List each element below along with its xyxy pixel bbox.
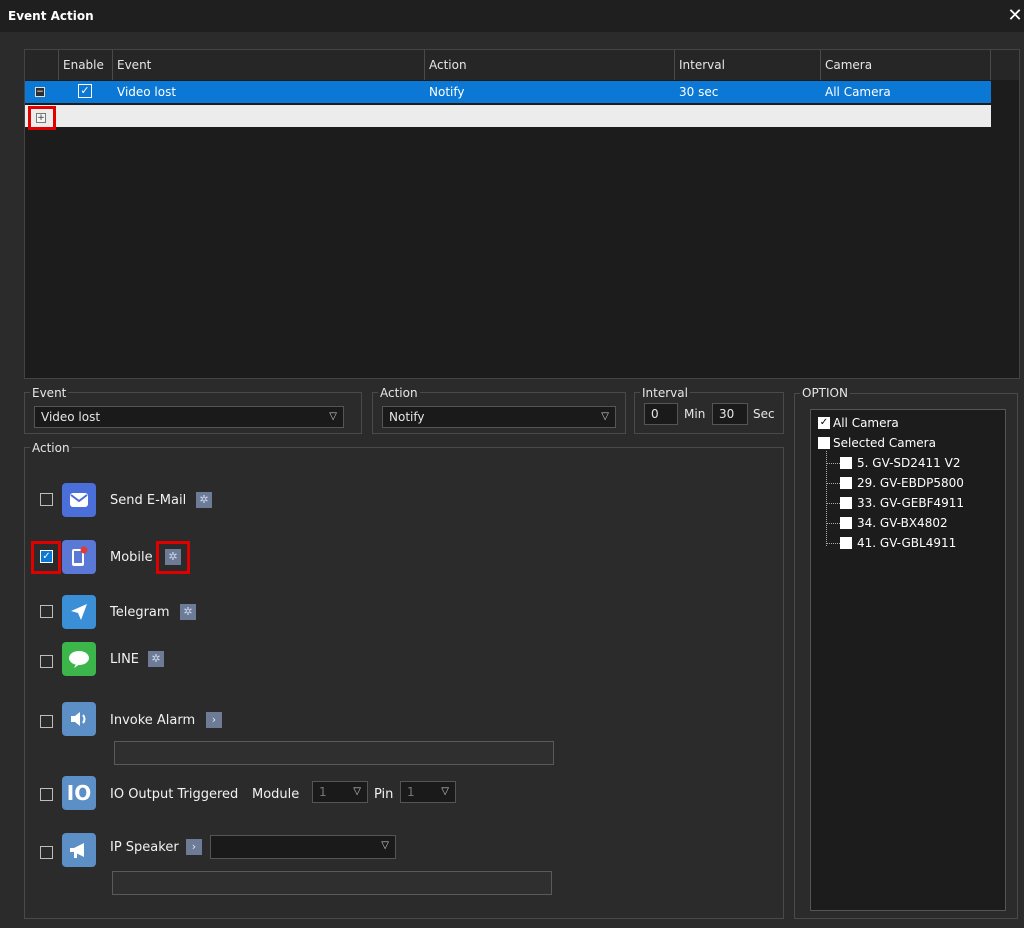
chevron-down-icon: ▽ <box>353 786 361 797</box>
ip-speaker-chevron-right-icon[interactable]: › <box>186 839 202 855</box>
io-pin-select[interactable]: 1 ▽ <box>400 781 456 803</box>
camera-checkbox[interactable] <box>840 517 852 529</box>
tree-line <box>826 523 840 524</box>
table-row[interactable]: − ✓ Video lost Notify 30 sec All Camera <box>25 81 991 103</box>
header-action[interactable]: Action <box>425 50 675 80</box>
io-pin-label: Pin <box>374 787 394 802</box>
io-module-select[interactable]: 1 ▽ <box>312 781 368 803</box>
ip-speaker-select[interactable]: ▽ <box>210 835 396 859</box>
event-select-value: Video lost <box>41 410 101 424</box>
action-group-label: Action <box>378 386 420 400</box>
tree-line <box>826 483 840 484</box>
chevron-down-icon: ▽ <box>381 840 389 851</box>
window-title: Event Action <box>8 9 94 23</box>
row-camera: All Camera <box>825 85 891 99</box>
new-row[interactable] <box>25 105 991 127</box>
line-icon <box>62 642 96 676</box>
chevron-down-icon: ▽ <box>329 411 337 422</box>
email-settings-gear-icon[interactable]: ✲ <box>196 492 212 508</box>
invoke-alarm-chevron-right-icon[interactable]: › <box>206 712 222 728</box>
io-icon: IO <box>62 776 96 810</box>
speaker-icon <box>62 702 96 736</box>
header-enable[interactable]: Enable <box>59 50 113 80</box>
interval-sec-label: Sec <box>753 407 775 421</box>
io-module-label: Module <box>252 787 300 802</box>
tree-line <box>826 451 827 546</box>
megaphone-icon <box>62 833 96 867</box>
interval-group-label: Interval <box>640 386 690 400</box>
line-label: LINE <box>110 652 140 667</box>
io-module-value: 1 <box>319 785 327 799</box>
ip-speaker-field[interactable] <box>112 871 552 895</box>
tree-line <box>826 503 840 504</box>
invoke-alarm-path-field[interactable] <box>114 741 554 765</box>
invoke-alarm-checkbox[interactable] <box>40 715 53 728</box>
selected-camera-checkbox[interactable] <box>818 437 830 449</box>
ip-speaker-label: IP Speaker <box>110 840 179 855</box>
io-output-checkbox[interactable] <box>40 788 53 801</box>
close-button[interactable]: ✕ <box>1006 5 1024 27</box>
event-select[interactable]: Video lost ▽ <box>34 406 344 428</box>
mail-icon <box>62 483 96 517</box>
telegram-label: Telegram <box>110 605 170 620</box>
invoke-alarm-label: Invoke Alarm <box>110 713 196 728</box>
send-email-checkbox[interactable] <box>40 493 53 506</box>
add-row-icon[interactable]: + <box>36 113 46 123</box>
row-event: Video lost <box>117 85 177 99</box>
camera-item: 5. GV-SD2411 V2 <box>857 456 961 470</box>
line-settings-gear-icon[interactable]: ✲ <box>148 651 164 667</box>
camera-item: 34. GV-BX4802 <box>857 516 948 530</box>
io-output-label: IO Output Triggered <box>110 787 239 802</box>
all-camera-checkbox[interactable]: ✓ <box>818 417 830 429</box>
camera-checkbox[interactable] <box>840 497 852 509</box>
title-bar <box>0 0 1024 32</box>
enable-checkbox[interactable]: ✓ <box>78 84 92 98</box>
telegram-icon <box>62 595 96 629</box>
telegram-checkbox[interactable] <box>40 605 53 618</box>
mobile-settings-gear-icon[interactable]: ✲ <box>165 549 181 565</box>
telegram-settings-gear-icon[interactable]: ✲ <box>180 604 196 620</box>
event-group-label: Event <box>30 386 69 400</box>
chevron-down-icon: ▽ <box>441 786 449 797</box>
mobile-icon <box>62 540 96 574</box>
header-event[interactable]: Event <box>113 50 425 80</box>
interval-sec-input[interactable]: 30 <box>712 403 748 425</box>
tree-line <box>826 463 840 464</box>
actions-group-label: Action <box>30 441 72 455</box>
send-email-label: Send E-Mail <box>110 493 187 508</box>
header-expander-col <box>25 50 59 80</box>
interval-min-label: Min <box>684 407 706 421</box>
camera-checkbox[interactable] <box>840 477 852 489</box>
mobile-label: Mobile <box>110 550 153 565</box>
all-camera-label: All Camera <box>833 416 899 430</box>
camera-checkbox[interactable] <box>840 457 852 469</box>
header-camera[interactable]: Camera <box>821 50 991 80</box>
camera-checkbox[interactable] <box>840 537 852 549</box>
grid-header: Enable Event Action Interval Camera <box>25 50 1019 80</box>
row-interval: 30 sec <box>679 85 719 99</box>
action-select[interactable]: Notify ▽ <box>382 406 616 428</box>
camera-item: 29. GV-EBDP5800 <box>857 476 964 490</box>
camera-item: 33. GV-GEBF4911 <box>857 496 965 510</box>
tree-line <box>826 543 840 544</box>
collapse-icon[interactable]: − <box>35 87 45 97</box>
selected-camera-label: Selected Camera <box>833 436 936 450</box>
camera-item: 41. GV-GBL4911 <box>857 536 957 550</box>
event-grid[interactable]: Enable Event Action Interval Camera − ✓ … <box>24 49 1020 379</box>
interval-min-input[interactable]: 0 <box>644 403 678 425</box>
ip-speaker-checkbox[interactable] <box>40 846 53 859</box>
chevron-down-icon: ▽ <box>601 411 609 422</box>
mobile-checkbox[interactable]: ✓ <box>40 550 53 563</box>
header-interval[interactable]: Interval <box>675 50 821 80</box>
row-action: Notify <box>429 85 465 99</box>
action-select-value: Notify <box>389 410 425 424</box>
option-group-label: OPTION <box>800 386 850 400</box>
line-checkbox[interactable] <box>40 655 53 668</box>
io-pin-value: 1 <box>407 785 415 799</box>
